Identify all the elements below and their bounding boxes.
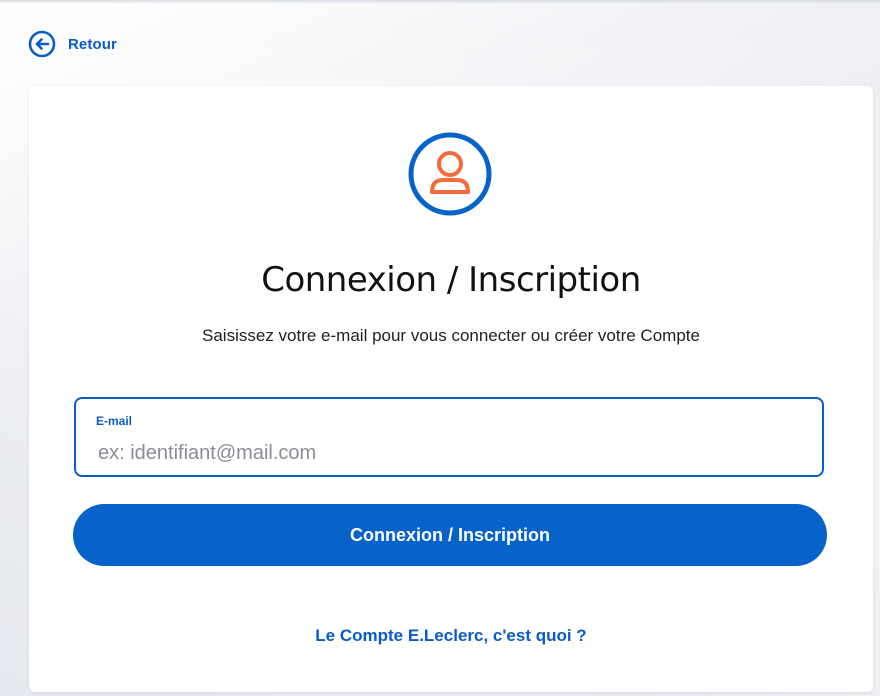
login-submit-button[interactable]: Connexion / Inscription	[73, 504, 827, 566]
top-divider	[0, 0, 880, 4]
back-link[interactable]: Retour	[28, 30, 117, 58]
back-label: Retour	[68, 35, 117, 53]
page-title: Connexion / Inscription	[261, 260, 641, 300]
account-info-link[interactable]: Le Compte E.Leclerc, c'est quoi ?	[29, 626, 873, 646]
email-field[interactable]: E-mail	[74, 397, 824, 477]
arrow-left-circle-icon	[28, 30, 56, 58]
email-label: E-mail	[96, 414, 133, 428]
email-input[interactable]	[98, 439, 788, 467]
page-subtitle: Saisissez votre e-mail pour vous connect…	[202, 326, 700, 345]
login-card: Connexion / Inscription Saisissez votre …	[29, 86, 873, 692]
user-avatar-icon	[408, 132, 492, 216]
